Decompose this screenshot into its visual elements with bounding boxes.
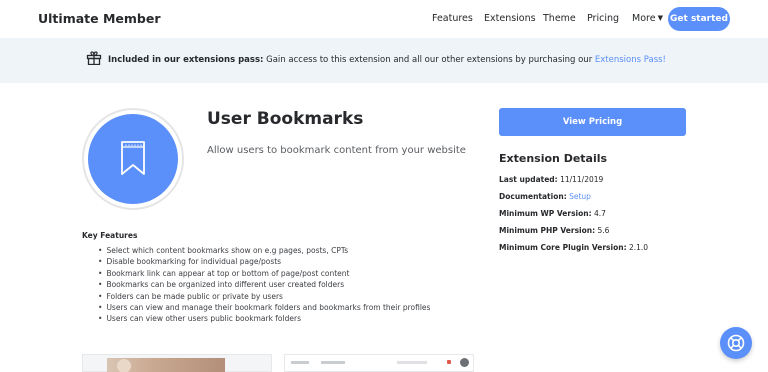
bookmark-icon	[121, 141, 145, 175]
list-item: Users can view and manage their bookmark…	[98, 302, 430, 313]
preview-avatar	[460, 358, 469, 367]
nav-extensions[interactable]: Extensions	[484, 13, 536, 24]
key-features-heading: Key Features	[82, 231, 138, 240]
top-navigation: Ultimate Member Features Extensions Them…	[0, 0, 768, 38]
lifebuoy-icon	[727, 334, 745, 352]
documentation-setup-link[interactable]: Setup	[569, 192, 591, 201]
list-item: Users can view other users public bookma…	[98, 313, 430, 324]
detail-min-core: Minimum Core Plugin Version: 2.1.0	[499, 243, 648, 252]
extensions-pass-notice: Included in our extensions pass: Gain ac…	[0, 38, 768, 83]
preview-screenshot-2[interactable]	[284, 354, 474, 372]
nav-theme[interactable]: Theme	[543, 13, 576, 24]
page-subtitle: Allow users to bookmark content from you…	[207, 145, 466, 156]
nav-pricing[interactable]: Pricing	[587, 13, 619, 24]
detail-last-updated: Last updated: 11/11/2019	[499, 175, 603, 184]
view-pricing-button[interactable]: View Pricing	[499, 108, 686, 136]
preview-screenshot-1[interactable]	[82, 354, 272, 372]
notice-text: Included in our extensions pass: Gain ac…	[108, 55, 666, 65]
product-icon-badge	[82, 108, 184, 210]
detail-label: Documentation:	[499, 192, 567, 201]
detail-label: Minimum Core Plugin Version:	[499, 243, 627, 252]
detail-label: Last updated:	[499, 175, 558, 184]
list-item: Bookmark link can appear at top or botto…	[98, 268, 430, 279]
nav-features[interactable]: Features	[432, 13, 473, 24]
list-item: Disable bookmarking for individual page/…	[98, 256, 430, 267]
help-button[interactable]	[720, 327, 752, 359]
chevron-down-icon: ▼	[657, 14, 663, 22]
list-item: Select which content bookmarks show on e…	[98, 245, 430, 256]
nav-more-dropdown[interactable]: More ▼	[632, 13, 663, 24]
preview-badge	[447, 360, 451, 364]
gift-icon	[86, 51, 102, 65]
notice-bold: Included in our extensions pass:	[108, 55, 264, 65]
detail-documentation: Documentation: Setup	[499, 192, 591, 201]
notice-body: Gain access to this extension and all ou…	[263, 55, 595, 65]
detail-label: Minimum PHP Version:	[499, 226, 596, 235]
preview-avatar	[117, 359, 131, 372]
preview-line	[321, 361, 345, 364]
nav-more-label: More	[632, 13, 656, 24]
preview-line	[397, 361, 427, 364]
extensions-pass-link[interactable]: Extensions Pass!	[595, 55, 666, 65]
detail-label: Minimum WP Version:	[499, 209, 592, 218]
list-item: Folders can be made public or private by…	[98, 291, 430, 302]
detail-min-wp: Minimum WP Version: 4.7	[499, 209, 606, 218]
key-features-list: Select which content bookmarks show on e…	[98, 245, 430, 325]
detail-value: 2.1.0	[626, 243, 649, 252]
detail-value: 11/11/2019	[557, 175, 604, 184]
get-started-button[interactable]: Get started	[668, 7, 730, 31]
extension-details-heading: Extension Details	[499, 152, 608, 165]
brand-logo[interactable]: Ultimate Member	[38, 11, 161, 26]
detail-min-php: Minimum PHP Version: 5.6	[499, 226, 609, 235]
detail-value: 5.6	[595, 226, 610, 235]
preview-line	[291, 361, 309, 364]
list-item: Bookmarks can be organized into differen…	[98, 279, 430, 290]
detail-value: 4.7	[591, 209, 606, 218]
product-icon-circle	[88, 114, 178, 204]
page-title: User Bookmarks	[207, 109, 364, 129]
